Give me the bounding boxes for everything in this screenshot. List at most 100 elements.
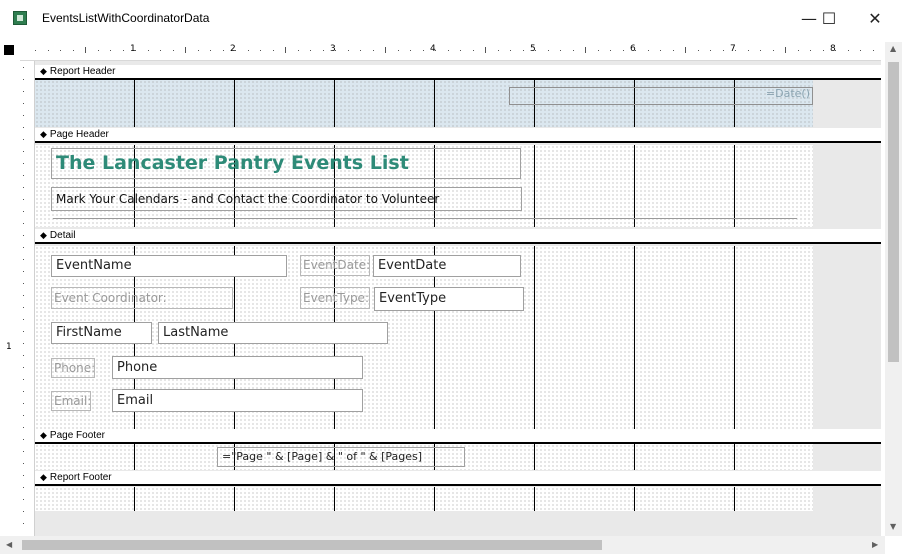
ruler-tick bbox=[547, 50, 549, 51]
page-footer-band[interactable]: ="Page " & [Page] & " of " & [Pages] bbox=[35, 444, 813, 470]
last-name-field[interactable]: LastName bbox=[158, 322, 388, 344]
ruler-tick bbox=[610, 50, 611, 51]
ruler-tick bbox=[435, 50, 436, 51]
ruler-tick bbox=[285, 47, 286, 53]
report-header-band[interactable]: =Date() bbox=[35, 80, 813, 127]
event-date-label[interactable]: EventDate: bbox=[300, 255, 370, 276]
ruler-tick bbox=[797, 50, 799, 51]
scroll-down-icon[interactable]: ▼ bbox=[890, 522, 896, 531]
page-header-band[interactable]: The Lancaster Pantry Events List Mark Yo… bbox=[35, 145, 813, 227]
horizontal-scrollbar[interactable]: ◀ ▶ bbox=[0, 536, 885, 554]
vertical-scroll-thumb[interactable] bbox=[888, 62, 899, 362]
page-number-expression[interactable]: ="Page " & [Page] & " of " & [Pages] bbox=[217, 447, 465, 467]
ruler-tick bbox=[23, 199, 24, 200]
email-field[interactable]: Email bbox=[112, 389, 363, 412]
window-title: EventsListWithCoordinatorData bbox=[42, 11, 210, 25]
select-report-box[interactable] bbox=[4, 45, 14, 55]
event-date-field[interactable]: EventDate bbox=[373, 255, 521, 277]
ruler-tick bbox=[460, 50, 461, 51]
ruler-tick bbox=[23, 235, 24, 236]
event-type-field[interactable]: EventType bbox=[374, 287, 524, 311]
ruler-tick bbox=[23, 379, 24, 380]
ruler-tick bbox=[23, 271, 24, 272]
phone-label[interactable]: Phone: bbox=[51, 358, 95, 378]
detail-band[interactable]: EventName EventDate: EventDate Event Coo… bbox=[35, 246, 813, 429]
page-header-bar[interactable]: ◆ Page Header bbox=[35, 128, 881, 143]
ruler-tick bbox=[23, 523, 24, 524]
header-divider-line[interactable] bbox=[53, 218, 797, 219]
phone-field[interactable]: Phone bbox=[112, 356, 363, 379]
maximize-button[interactable]: ☐ bbox=[806, 0, 852, 38]
ruler-mark: 8 bbox=[830, 44, 836, 54]
ruler-tick bbox=[372, 50, 374, 51]
ruler-tick bbox=[722, 50, 724, 51]
ruler-tick bbox=[222, 50, 224, 51]
ruler-mark: 3 bbox=[330, 44, 336, 54]
ruler-tick bbox=[872, 50, 874, 51]
section-arrow-icon: ◆ bbox=[40, 472, 47, 482]
ruler-tick bbox=[585, 47, 586, 53]
ruler-tick bbox=[23, 511, 24, 512]
ruler-tick bbox=[710, 50, 711, 51]
ruler-tick bbox=[23, 91, 24, 92]
ruler-tick bbox=[822, 50, 824, 51]
ruler-tick bbox=[23, 187, 24, 188]
ruler-tick bbox=[385, 47, 386, 53]
ruler-tick bbox=[672, 50, 674, 51]
ruler-tick bbox=[635, 50, 636, 51]
ruler-tick bbox=[23, 259, 24, 260]
report-title-label[interactable]: The Lancaster Pantry Events List bbox=[51, 148, 521, 179]
ruler-tick bbox=[23, 355, 24, 356]
ruler-tick bbox=[135, 50, 136, 51]
ruler-tick bbox=[322, 50, 324, 51]
ruler-tick bbox=[510, 50, 511, 51]
ruler-tick bbox=[23, 67, 24, 68]
report-footer-band[interactable] bbox=[35, 487, 813, 511]
vertical-scrollbar[interactable]: ▲ ▼ bbox=[885, 42, 902, 536]
ruler-tick bbox=[297, 50, 299, 51]
ruler-tick bbox=[535, 50, 536, 51]
report-header-bar[interactable]: ◆ Report Header bbox=[35, 65, 881, 80]
ruler-tick bbox=[747, 50, 749, 51]
ruler-tick bbox=[447, 50, 449, 51]
ruler-tick bbox=[23, 427, 24, 428]
email-label[interactable]: Email: bbox=[51, 391, 91, 411]
ruler-tick bbox=[272, 50, 274, 51]
ruler-tick bbox=[35, 50, 36, 51]
section-arrow-icon: ◆ bbox=[40, 129, 47, 139]
ruler-tick bbox=[560, 50, 561, 51]
ruler-tick bbox=[60, 50, 61, 51]
horizontal-ruler[interactable]: 1 2 3 4 5 6 7 8 bbox=[20, 42, 886, 61]
ruler-tick bbox=[85, 47, 86, 53]
ruler-tick bbox=[23, 463, 24, 464]
detail-bar[interactable]: ◆ Detail bbox=[35, 229, 881, 244]
report-design-canvas[interactable]: ◆ Report Header =Date() ◆ Page Header The … bbox=[35, 61, 881, 536]
section-arrow-icon: ◆ bbox=[40, 230, 47, 240]
ruler-tick bbox=[360, 50, 361, 51]
event-name-field[interactable]: EventName bbox=[51, 255, 287, 277]
ruler-tick bbox=[785, 47, 786, 53]
close-button[interactable]: ✕ bbox=[852, 0, 898, 38]
ruler-tick bbox=[23, 343, 24, 344]
ruler-tick bbox=[23, 283, 24, 284]
window-titlebar: EventsListWithCoordinatorData — ☐ ✕ bbox=[0, 0, 902, 38]
first-name-field[interactable]: FirstName bbox=[51, 322, 152, 344]
scroll-right-icon[interactable]: ▶ bbox=[872, 540, 878, 549]
event-coordinator-label[interactable]: Event Coordinator: bbox=[51, 287, 233, 309]
horizontal-scroll-thumb[interactable] bbox=[22, 540, 602, 550]
ruler-tick bbox=[760, 50, 761, 51]
scroll-up-icon[interactable]: ▲ bbox=[890, 44, 896, 53]
ruler-tick bbox=[847, 50, 849, 51]
scroll-left-icon[interactable]: ◀ bbox=[6, 540, 12, 549]
event-type-label[interactable]: EventType: bbox=[300, 287, 370, 309]
ruler-tick bbox=[622, 50, 624, 51]
page-header-label: Page Header bbox=[49, 129, 109, 140]
vertical-ruler[interactable]: 1 bbox=[6, 61, 35, 536]
report-footer-bar[interactable]: ◆ Report Footer bbox=[35, 471, 881, 486]
page-footer-bar[interactable]: ◆ Page Footer bbox=[35, 429, 881, 444]
section-arrow-icon: ◆ bbox=[40, 430, 47, 440]
ruler-tick bbox=[197, 50, 199, 51]
report-subtitle-label[interactable]: Mark Your Calendars - and Contact the Co… bbox=[51, 187, 522, 211]
ruler-tick bbox=[23, 211, 24, 212]
date-control[interactable]: =Date() bbox=[735, 87, 812, 105]
